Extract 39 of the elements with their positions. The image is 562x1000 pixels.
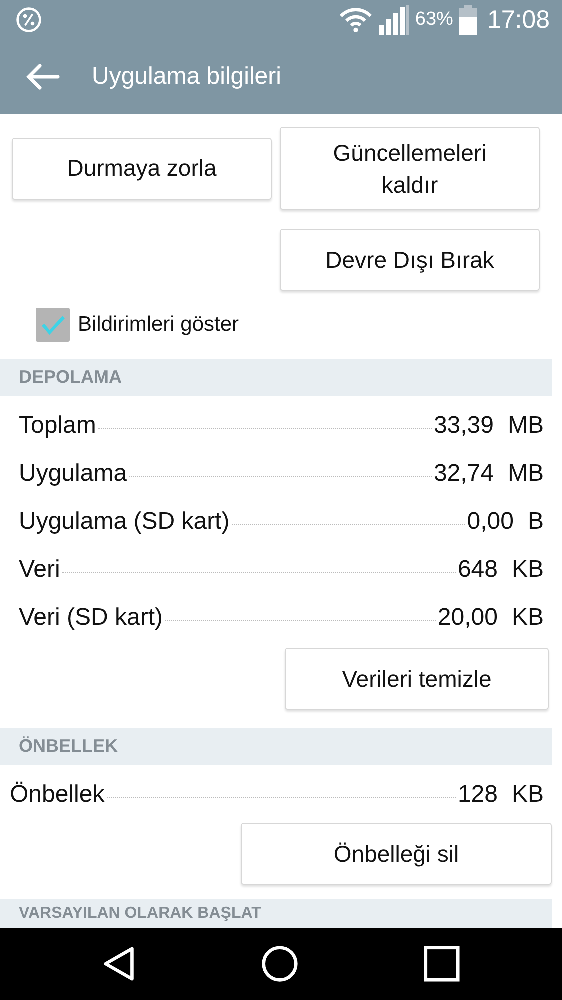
row-value: 33,39: [434, 411, 494, 441]
row-value: 0,00: [467, 507, 514, 537]
percent-circle-icon: [15, 6, 43, 34]
checkbox-label: Bildirimleri göster: [78, 313, 240, 337]
row-unit: KB: [512, 603, 544, 633]
row-label: Uygulama (SD kart): [19, 507, 230, 537]
uninstall-updates-button[interactable]: Güncellemeleri kaldır: [280, 127, 540, 210]
row-value: 128: [458, 780, 498, 810]
row-label: Önbellek: [10, 780, 105, 810]
screen-title: Uygulama bilgileri: [92, 63, 282, 91]
row-value: 32,74: [434, 459, 494, 489]
row-label: Veri: [19, 555, 60, 585]
row-label: Veri (SD kart): [19, 603, 164, 633]
row-value: 20,00: [438, 603, 498, 633]
battery-percent: 63%: [415, 9, 454, 31]
row-unit: KB: [512, 780, 544, 810]
force-stop-button[interactable]: Durmaya zorla: [12, 138, 272, 200]
recent-apps-icon[interactable]: [424, 946, 460, 982]
signal-icon: [379, 5, 410, 35]
row-label: Toplam: [19, 411, 96, 441]
clock: 17:08: [487, 6, 550, 34]
row-value: 648: [458, 555, 498, 585]
clear-cache-button[interactable]: Önbelleği sil: [241, 823, 552, 885]
checkbox[interactable]: [36, 308, 70, 342]
section-header: DEPOLAMA: [0, 359, 552, 396]
row-unit: MB: [508, 459, 544, 489]
battery-icon: [459, 5, 478, 35]
section-header: VARSAYILAN OLARAK BAŞLAT: [0, 899, 552, 928]
clear-data-button[interactable]: Verileri temizle: [285, 648, 549, 710]
back-arrow-icon[interactable]: [26, 64, 60, 90]
row-label: Uygulama: [19, 459, 128, 489]
row-unit: B: [528, 507, 544, 537]
disable-button[interactable]: Devre Dışı Bırak: [280, 229, 540, 291]
row-unit: KB: [512, 555, 544, 585]
home-icon[interactable]: [260, 945, 299, 983]
back-icon[interactable]: [102, 946, 136, 982]
section-header: ÖNBELLEK: [0, 728, 552, 765]
row-unit: MB: [508, 411, 544, 441]
wifi-icon: [339, 7, 374, 33]
